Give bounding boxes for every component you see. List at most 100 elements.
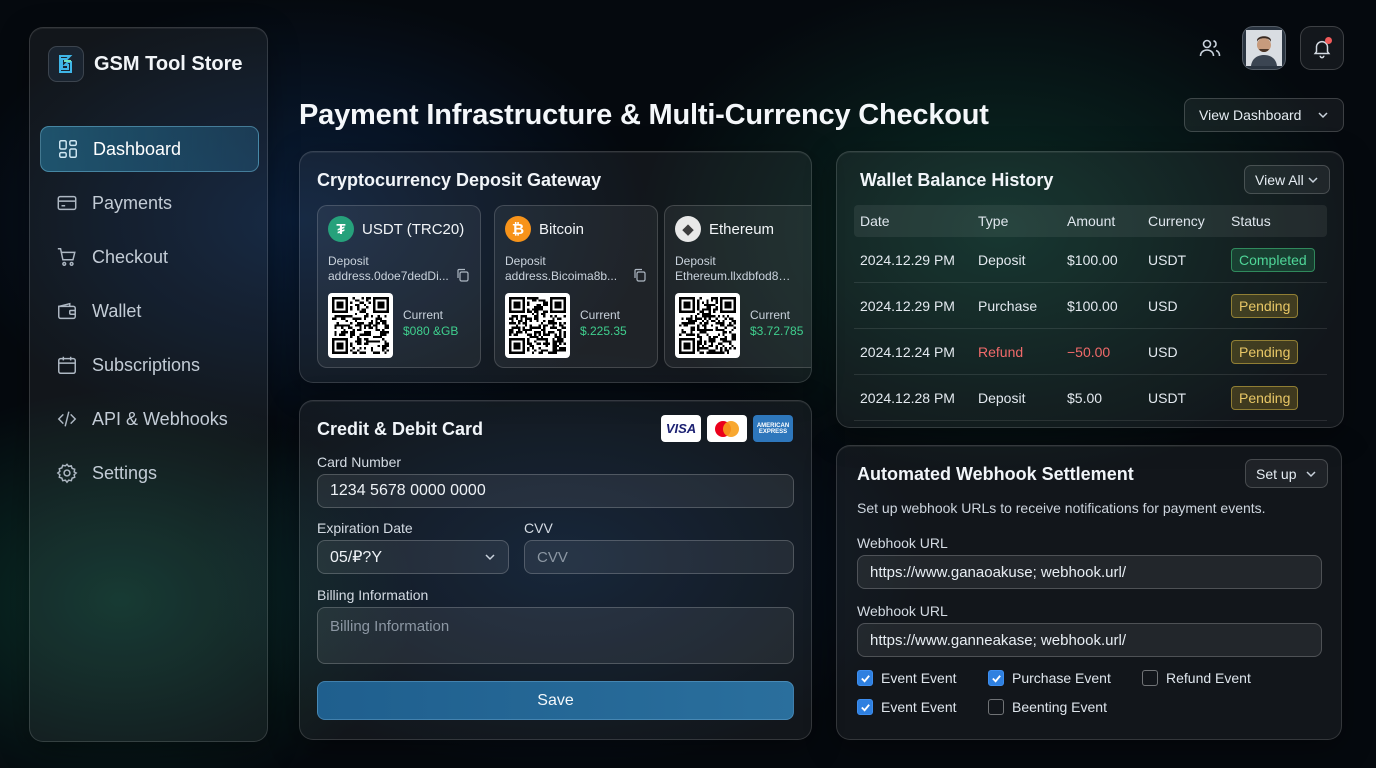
column-header: Status (1231, 213, 1271, 229)
cell-amount: $100.00 (1067, 298, 1118, 314)
current-label: Current (403, 308, 444, 322)
wallet-panel-title: Wallet Balance History (860, 170, 1054, 190)
mastercard-logo-icon (707, 415, 747, 442)
expiration-select[interactable]: 05/₽?Y (317, 540, 509, 574)
page-title: Payment Infrastructure & Multi-Currency … (299, 99, 989, 131)
cell-type: Deposit (978, 390, 1026, 406)
users-icon[interactable] (1198, 36, 1222, 60)
expiration-value: 05/₽?Y (330, 549, 382, 566)
table-row[interactable]: 2024.12.24 PM Refund −50.00 USD Pending (854, 329, 1327, 375)
deposit-address: address.0doe7dedDi... (328, 269, 449, 283)
cvv-input[interactable]: CVV (524, 540, 794, 574)
column-header: Type (978, 213, 1009, 229)
coin-header: ◆ Ethereum (675, 216, 774, 242)
avatar[interactable] (1242, 26, 1286, 70)
sidebar-nav: Dashboard Payments Checkout Wallet Subsc… (40, 126, 259, 504)
webhook-url-label: Webhook URL (857, 603, 948, 619)
setup-dropdown[interactable]: Set up (1245, 459, 1328, 488)
column-header: Amount (1067, 213, 1116, 229)
webhook-settlement-panel: Automated Webhook Settlement Set up Set … (836, 445, 1342, 740)
sidebar-item-settings[interactable]: Settings (40, 450, 259, 496)
cell-date: 2024.12.28 PM (860, 390, 955, 406)
cell-type: Purchase (978, 298, 1038, 314)
expiration-label: Expiration Date (317, 520, 413, 536)
sidebar-item-checkout[interactable]: Checkout (40, 234, 259, 280)
billing-textarea[interactable]: Billing Information (317, 607, 794, 664)
webhook-url-input[interactable]: https://www.ganneakase; webhook.url/ (857, 623, 1322, 657)
event-label: Event Event (881, 699, 957, 715)
code-icon (57, 411, 77, 427)
view-all-button[interactable]: View All (1244, 165, 1330, 194)
current-value: $.225.35 (580, 324, 627, 338)
brand-logo-icon (48, 46, 84, 82)
purchase-event-checkbox[interactable]: Purchase Event (988, 670, 1111, 686)
coin-card-ethereum[interactable]: ◆ Ethereum Deposit Ethereum.llxdbfod88b.… (664, 205, 811, 368)
checkbox-unchecked-icon (1142, 670, 1158, 686)
card-payment-panel: Credit & Debit Card VISA AMERICAN EXPRES… (299, 400, 812, 740)
ethereum-icon: ◆ (675, 216, 701, 242)
event-checkbox[interactable]: Event Event (857, 699, 957, 715)
gear-icon (56, 463, 78, 484)
table-row[interactable]: 2024.12.28 PM Deposit $5.00 USDT Pending (854, 375, 1327, 421)
sidebar-item-api-webhooks[interactable]: API & Webhooks (40, 396, 259, 442)
setup-label: Set up (1256, 465, 1297, 482)
deposit-label: Deposit (328, 254, 369, 268)
cell-currency: USD (1148, 344, 1178, 360)
brand[interactable]: GSM Tool Store (48, 46, 243, 82)
status-badge: Pending (1231, 340, 1299, 364)
header-actions (1198, 26, 1344, 70)
sidebar-item-label: Settings (92, 462, 158, 483)
coin-card-usdt[interactable]: ₮ USDT (TRC20) Deposit address.0doe7dedD… (317, 205, 481, 368)
webhook-url-input[interactable]: https://www.ganaoakuse; webhook.url/ (857, 555, 1322, 589)
coin-name: USDT (TRC20) (362, 220, 465, 238)
coin-card-bitcoin[interactable]: ₿ Bitcoin Deposit address.Bicoima8b... C… (494, 205, 658, 368)
beenting-event-checkbox[interactable]: Beenting Event (988, 699, 1107, 715)
card-brand-logos: VISA AMERICAN EXPRESS (661, 415, 793, 442)
bitcoin-icon: ₿ (505, 216, 531, 242)
sidebar-item-payments[interactable]: Payments (40, 180, 259, 226)
coin-name: Ethereum (709, 220, 775, 238)
coin-header: ₿ Bitcoin (505, 216, 584, 242)
visa-logo-icon: VISA (661, 415, 701, 442)
event-label: Refund Event (1166, 670, 1251, 686)
qr-code (505, 293, 570, 358)
copy-icon[interactable] (633, 268, 647, 282)
cell-amount: $100.00 (1067, 252, 1118, 268)
event-checkbox[interactable]: Event Event (857, 670, 957, 686)
status-badge: Pending (1231, 386, 1299, 410)
deposit-label: Deposit (505, 254, 546, 268)
sidebar-item-subscriptions[interactable]: Subscriptions (40, 342, 259, 388)
webhook-url-label: Webhook URL (857, 535, 948, 551)
coin-header: ₮ USDT (TRC20) (328, 216, 464, 242)
current-label: Current (580, 308, 621, 322)
sidebar-item-dashboard[interactable]: Dashboard (40, 126, 259, 172)
table-row[interactable]: 2024.12.29 PM Deposit $100.00 USDT Compl… (854, 237, 1327, 283)
chevron-down-icon (485, 554, 495, 561)
sidebar-item-wallet[interactable]: Wallet (40, 288, 259, 334)
chevron-down-icon (1306, 470, 1316, 477)
table-row[interactable]: 2024.12.29 PM Purchase $100.00 USD Pendi… (854, 283, 1327, 329)
cell-date: 2024.12.29 PM (860, 298, 955, 314)
cell-amount: −50.00 (1067, 344, 1111, 360)
cvv-label: CVV (524, 520, 553, 536)
column-header: Date (860, 213, 890, 229)
tether-icon: ₮ (328, 216, 354, 242)
cell-currency: USD (1148, 298, 1178, 314)
card-icon (57, 195, 77, 211)
deposit-address: Ethereum.llxdbfod88b... (675, 269, 797, 283)
save-button[interactable]: Save (317, 681, 794, 720)
checkbox-checked-icon (857, 699, 873, 715)
webhook-description: Set up webhook URLs to receive notificat… (857, 500, 1266, 516)
chevron-down-icon (1318, 112, 1328, 119)
cell-type: Deposit (978, 252, 1026, 268)
card-number-input[interactable]: 1234 5678 0000 0000 (317, 474, 794, 508)
copy-icon[interactable] (456, 268, 470, 282)
refund-event-checkbox[interactable]: Refund Event (1142, 670, 1251, 686)
brand-name: GSM Tool Store (94, 52, 243, 75)
view-dashboard-dropdown[interactable]: View Dashboard (1184, 98, 1344, 132)
notifications-button[interactable] (1300, 26, 1344, 70)
sidebar-item-label: Payments (92, 192, 173, 213)
card-panel-title: Credit & Debit Card (317, 419, 484, 439)
qr-code (328, 293, 393, 358)
calendar-icon (58, 356, 76, 374)
